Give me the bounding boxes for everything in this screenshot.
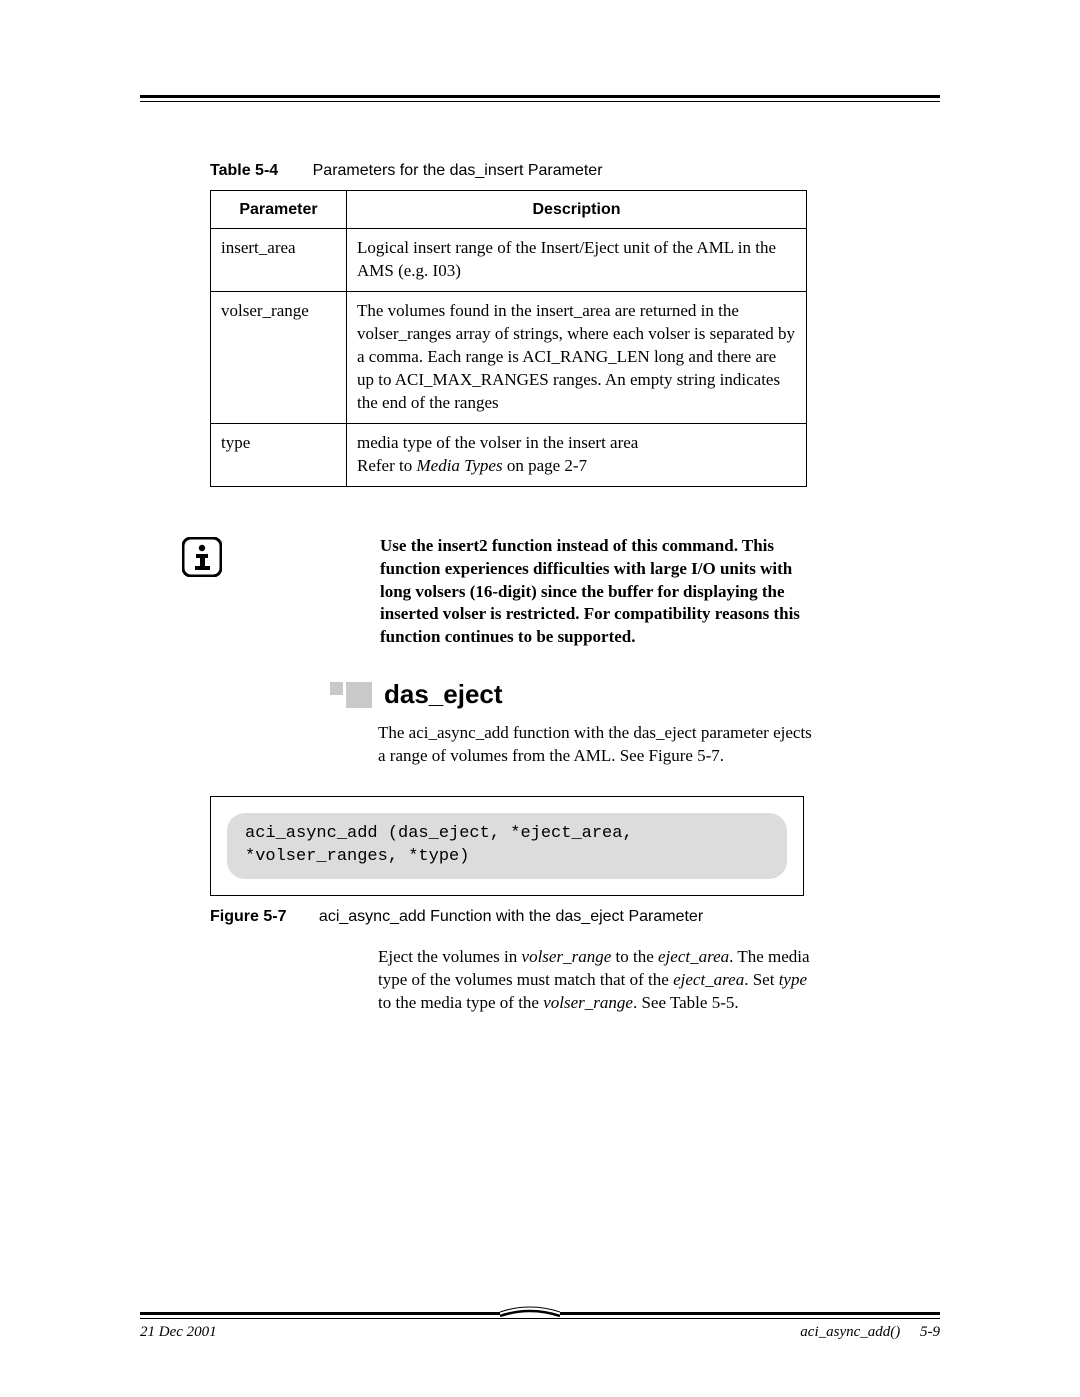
footer-page-number: 5-9 xyxy=(920,1324,940,1340)
top-double-rule xyxy=(140,95,940,102)
ital: volser_range xyxy=(543,993,633,1012)
table-row: insert_area Logical insert range of the … xyxy=(211,229,807,292)
txt: to the media type of the xyxy=(378,993,543,1012)
figure-box: aci_async_add (das_eject, *eject_area, *… xyxy=(210,796,804,896)
figure-label: Figure 5-7 xyxy=(210,908,286,925)
info-icon xyxy=(182,537,222,584)
document-page: Table 5-4 Parameters for the das_insert … xyxy=(0,0,1080,1397)
param-desc: Logical insert range of the Insert/Eject… xyxy=(347,229,807,292)
section-heading-row: das_eject xyxy=(330,677,940,712)
footer-section: aci_async_add() xyxy=(800,1324,900,1340)
figure-caption-text: aci_async_add Function with the das_ejec… xyxy=(319,908,703,925)
table-caption-text: Parameters for the das_insert Parameter xyxy=(313,162,603,179)
txt: . Set xyxy=(744,970,778,989)
param-desc: media type of the volser in the insert a… xyxy=(347,423,807,486)
param-desc: The volumes found in the insert_area are… xyxy=(347,292,807,424)
footer-right: aci_async_add() 5-9 xyxy=(800,1322,940,1342)
table-row: volser_range The volumes found in the in… xyxy=(211,292,807,424)
ital: type xyxy=(779,970,807,989)
section-intro: The aci_async_add function with the das_… xyxy=(378,722,818,768)
param-desc-ref-tail: on page 2-7 xyxy=(503,456,588,475)
info-note-text: Use the insert2 function instead of this… xyxy=(380,535,810,650)
param-desc-line1: media type of the volser in the insert a… xyxy=(357,433,638,452)
info-note: Use the insert2 function instead of this… xyxy=(182,535,940,650)
running-footer: 21 Dec 2001 aci_async_add() 5-9 xyxy=(140,1322,940,1342)
footer-date: 21 Dec 2001 xyxy=(140,1322,217,1342)
col-description: Description xyxy=(347,190,807,229)
section-heading: das_eject xyxy=(384,677,503,712)
param-name: volser_range xyxy=(211,292,347,424)
table-label: Table 5-4 xyxy=(210,162,278,179)
param-desc-ref-ital: Media Types xyxy=(416,456,502,475)
param-desc-refer: Refer to xyxy=(357,456,416,475)
txt: Eject the volumes in xyxy=(378,947,522,966)
ital: eject_area xyxy=(673,970,744,989)
table-caption: Table 5-4 Parameters for the das_insert … xyxy=(210,160,940,182)
code-block: aci_async_add (das_eject, *eject_area, *… xyxy=(227,813,787,879)
post-figure-text: Eject the volumes in volser_range to the… xyxy=(378,946,818,1015)
param-table: Parameter Description insert_area Logica… xyxy=(210,190,807,487)
col-parameter: Parameter xyxy=(211,190,347,229)
param-name: insert_area xyxy=(211,229,347,292)
table-row: type media type of the volser in the ins… xyxy=(211,423,807,486)
table-header-row: Parameter Description xyxy=(211,190,807,229)
figure-caption: Figure 5-7 aci_async_add Function with t… xyxy=(210,906,940,928)
page-content: Table 5-4 Parameters for the das_insert … xyxy=(140,160,940,1025)
post-figure-paragraph: Eject the volumes in volser_range to the… xyxy=(378,946,818,1015)
txt: to the xyxy=(611,947,658,966)
ital: eject_area xyxy=(658,947,729,966)
param-name: type xyxy=(211,423,347,486)
txt: . See Table 5-5. xyxy=(633,993,739,1012)
section-intro-text: The aci_async_add function with the das_… xyxy=(378,722,818,768)
ital: volser_range xyxy=(522,947,612,966)
heading-ornament-icon xyxy=(330,682,372,708)
